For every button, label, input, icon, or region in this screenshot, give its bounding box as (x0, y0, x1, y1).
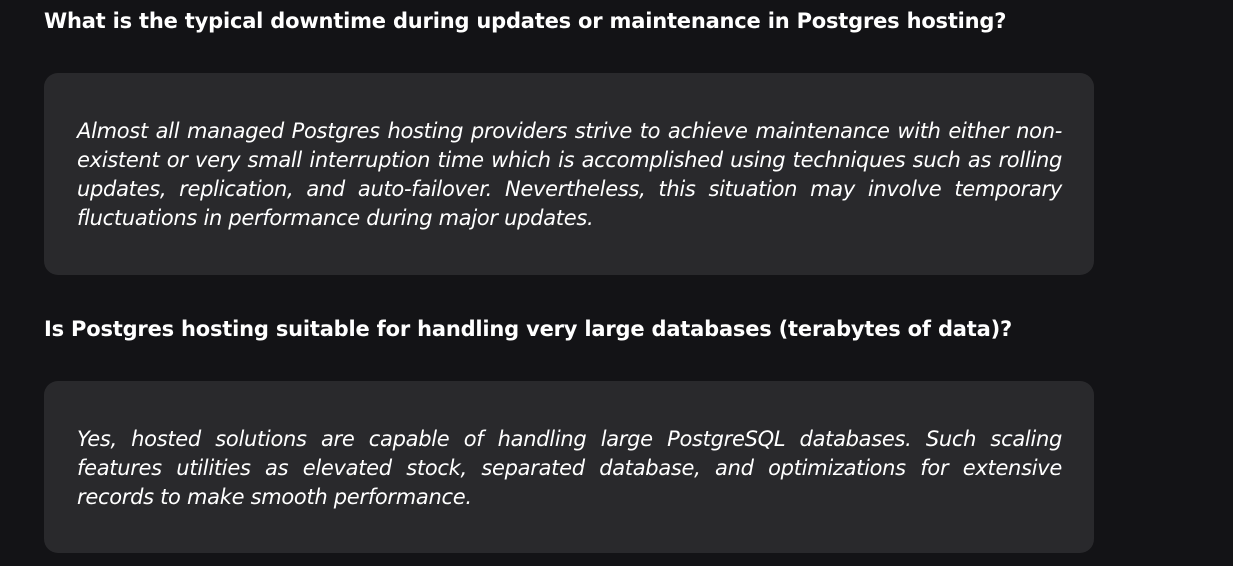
faq-question-large-databases[interactable]: Is Postgres hosting suitable for handlin… (44, 315, 1012, 343)
faq-answer-card-downtime: Almost all managed Postgres hosting prov… (44, 73, 1094, 275)
faq-answer-text-large-databases: Yes, hosted solutions are capable of han… (77, 427, 1062, 509)
faq-answer-card-large-databases: Yes, hosted solutions are capable of han… (44, 381, 1094, 553)
faq-question-downtime[interactable]: What is the typical downtime during upda… (44, 7, 1006, 35)
faq-answer-text-downtime: Almost all managed Postgres hosting prov… (77, 119, 1062, 230)
